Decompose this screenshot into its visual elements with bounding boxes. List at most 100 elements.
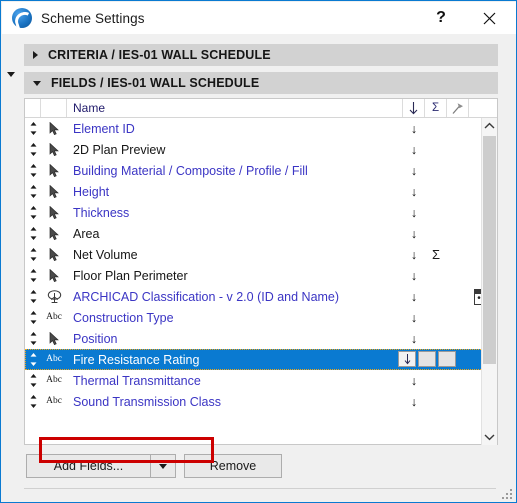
fields-list-header: Name Σ [25,99,497,118]
footer-separator [24,488,496,489]
column-header-extra [469,99,497,117]
chevron-up-icon[interactable] [482,118,497,134]
table-row[interactable]: Area ↓ [25,223,483,244]
drag-handle-icon[interactable] [25,395,41,408]
section-header-criteria[interactable]: CRITERIA / IES-01 WALL SCHEDULE [24,44,498,66]
drag-handle-icon[interactable] [25,290,41,303]
table-row[interactable]: Net Volume ↓ Σ [25,244,483,265]
chevron-right-icon [33,51,38,59]
table-row[interactable]: Building Material / Composite / Profile … [25,160,483,181]
field-name: Net Volume [73,247,138,262]
field-name: Floor Plan Perimeter [73,268,188,283]
flag-icon[interactable] [447,99,469,117]
row-sort-icon[interactable]: ↓ [403,122,425,136]
remove-button[interactable]: Remove [184,454,282,478]
field-name: Fire Resistance Rating [73,352,200,367]
drag-handle-icon[interactable] [25,248,41,261]
title-bar: Scheme Settings ? [2,2,516,34]
table-row[interactable]: 2D Plan Preview ↓ [25,139,483,160]
drag-handle-icon[interactable] [25,206,41,219]
add-fields-split-button[interactable]: Add Fields... [26,454,176,478]
pointer-icon [41,332,67,345]
chevron-down-icon [33,80,41,86]
table-row[interactable]: Abc Sound Transmission Class ↓ [25,391,483,412]
table-row[interactable]: ARCHICAD Classification - v 2.0 (ID and … [25,286,483,307]
field-name: Element ID [73,121,135,136]
field-name: Height [73,184,110,199]
drag-handle-icon[interactable] [25,332,41,345]
drag-handle-icon[interactable] [25,185,41,198]
table-row[interactable]: Height ↓ [25,181,483,202]
field-name: Sound Transmission Class [73,394,221,409]
row-sum-icon[interactable]: Σ [425,247,447,262]
drag-handle-icon[interactable] [25,227,41,240]
field-name: Building Material / Composite / Profile … [73,163,308,178]
pointer-icon [41,164,67,177]
table-row-selected[interactable]: Abc Fire Resistance Rating [25,349,483,370]
table-row[interactable]: Thickness ↓ [25,202,483,223]
row-sort-icon[interactable]: ↓ [403,248,425,262]
column-header-type [41,99,67,117]
add-fields-dropdown-button[interactable] [150,454,176,478]
field-name: ARCHICAD Classification - v 2.0 (ID and … [73,289,340,304]
field-name: 2D Plan Preview [73,142,166,157]
section-header-fields[interactable]: FIELDS / IES-01 WALL SCHEDULE [24,72,498,94]
table-row[interactable]: Floor Plan Perimeter ↓ [25,265,483,286]
drag-handle-icon[interactable] [25,269,41,282]
row-sort-icon[interactable]: ↓ [403,227,425,241]
table-row[interactable]: Abc Thermal Transmittance ↓ [25,370,483,391]
row-sort-icon[interactable]: ↓ [403,269,425,283]
row-sort-icon[interactable]: ↓ [403,206,425,220]
caret-down-icon [159,463,167,469]
chevron-down-icon [7,71,15,77]
drag-handle-icon[interactable] [25,311,41,324]
sort-toggle-button[interactable] [398,351,416,367]
help-button[interactable]: ? [421,2,461,34]
dialog-body: CRITERIA / IES-01 WALL SCHEDULE FIELDS /… [2,34,516,502]
row-sort-icon[interactable]: ↓ [403,332,425,346]
row-sort-icon[interactable]: ↓ [403,164,425,178]
row-sort-icon[interactable]: ↓ [403,185,425,199]
row-sort-icon[interactable]: ↓ [403,395,425,409]
column-header-name[interactable]: Name [67,99,403,117]
pointer-icon [41,227,67,240]
drag-handle-icon[interactable] [25,353,41,366]
flag-toggle-button[interactable] [438,351,456,367]
section-header-fields-label: FIELDS / IES-01 WALL SCHEDULE [51,76,260,90]
table-row[interactable]: Element ID ↓ [25,118,483,139]
scrollbar-thumb[interactable] [483,136,496,364]
fields-list-panel: Name Σ Element ID ↓ 2D Plan Preview ↓ Bu… [24,98,498,463]
drag-handle-icon[interactable] [25,164,41,177]
row-sort-icon[interactable]: ↓ [403,143,425,157]
sort-descending-icon[interactable] [403,99,425,117]
section-header-criteria-label: CRITERIA / IES-01 WALL SCHEDULE [48,48,271,62]
row-toggle-buttons[interactable] [398,351,456,367]
sigma-sum-icon[interactable]: Σ [425,99,447,117]
row-sort-icon[interactable]: ↓ [403,290,425,304]
field-name: Position [73,331,118,346]
pointer-icon [41,206,67,219]
row-sort-icon[interactable]: ↓ [403,311,425,325]
fields-row-list: Element ID ↓ 2D Plan Preview ↓ Building … [25,118,483,445]
sum-toggle-button[interactable] [418,351,436,367]
abc-text-icon: Abc [46,395,62,406]
resize-grip[interactable] [502,489,514,501]
add-fields-button[interactable]: Add Fields... [26,454,150,478]
drag-handle-icon[interactable] [25,122,41,135]
vertical-scrollbar[interactable] [481,118,497,445]
drag-handle-icon[interactable] [25,143,41,156]
column-header-move [25,99,41,117]
archicad-logo-icon [12,8,32,28]
panel-collapse-toggle[interactable] [4,67,18,81]
close-icon[interactable] [469,2,509,34]
table-row[interactable]: Position ↓ [25,328,483,349]
field-name: Thickness [73,205,130,220]
pointer-icon [41,185,67,198]
field-name: Construction Type [73,310,174,325]
table-row[interactable]: Abc Construction Type ↓ [25,307,483,328]
row-sort-icon[interactable]: ↓ [403,374,425,388]
chevron-down-icon[interactable] [482,429,497,445]
drag-handle-icon[interactable] [25,374,41,387]
pointer-icon [41,269,67,282]
field-name: Area [73,226,100,241]
